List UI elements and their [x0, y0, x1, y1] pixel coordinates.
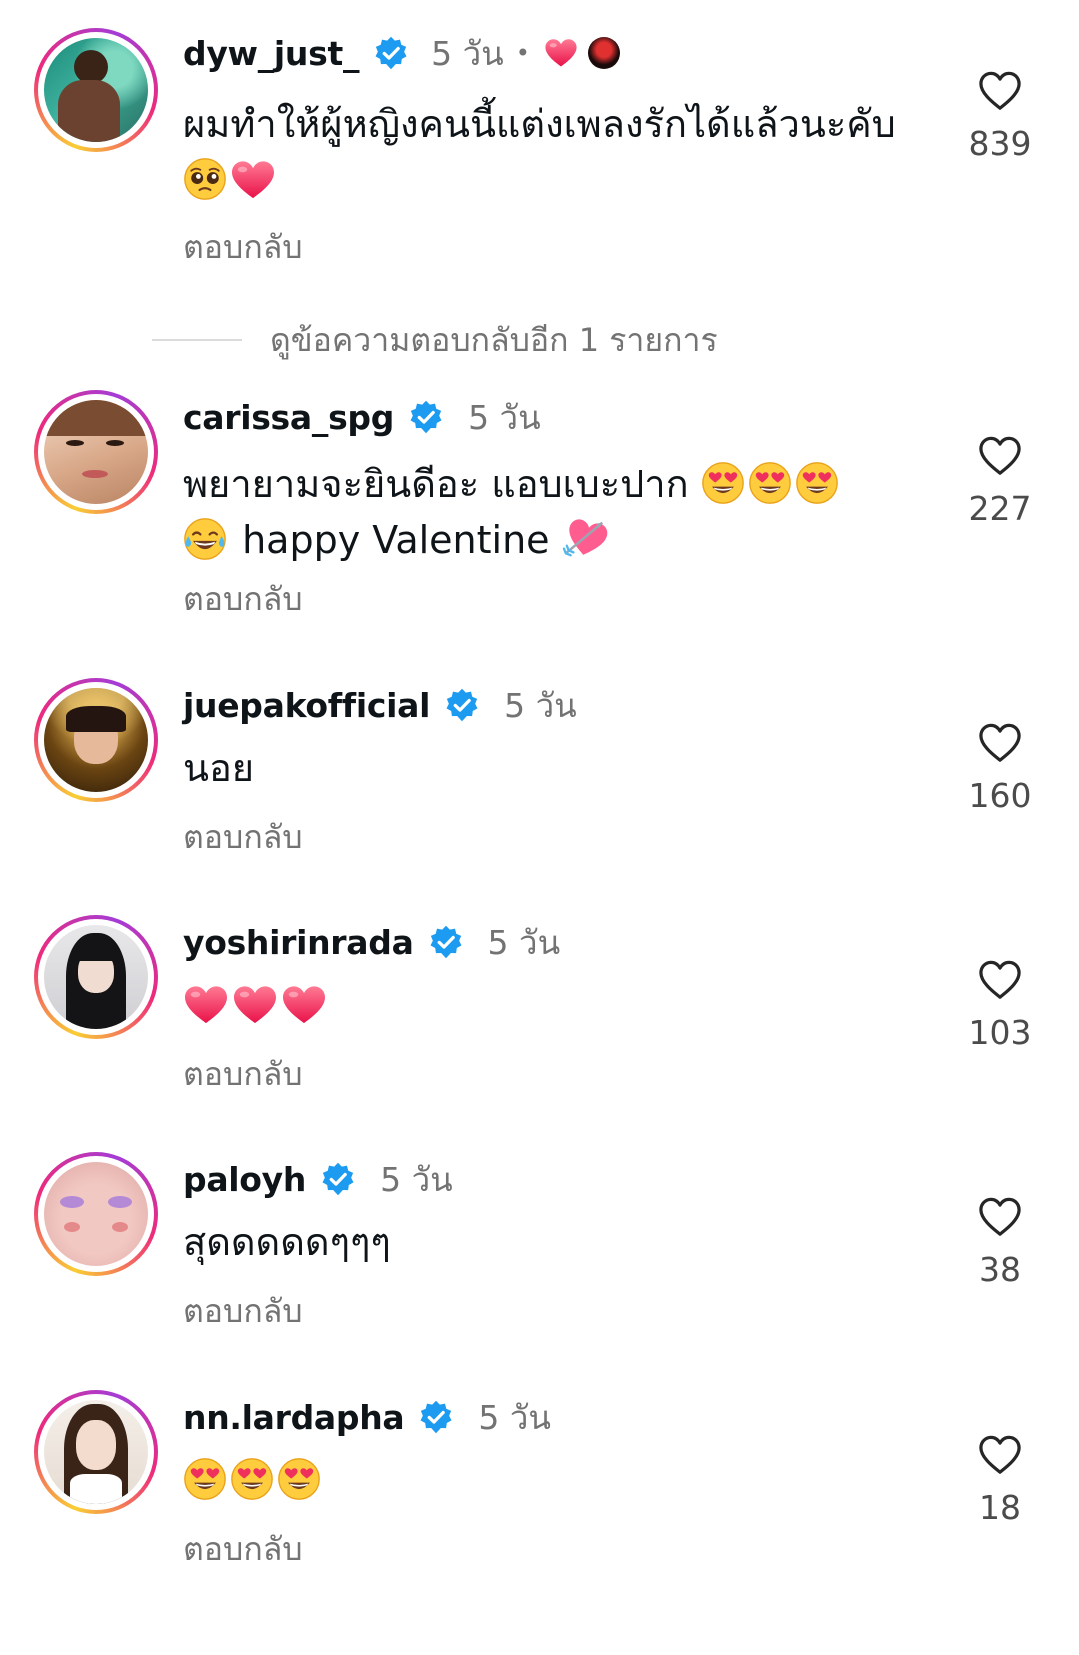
timestamp: 5 วัน: [468, 397, 541, 437]
heart-eyes-icon: [701, 461, 745, 505]
red-heart-icon: [232, 984, 278, 1026]
like-column: 103: [950, 959, 1050, 1052]
like-count: 18: [979, 1488, 1021, 1527]
heart-eyes-icon: [230, 1457, 274, 1501]
reply-button[interactable]: ตอบกลับ: [183, 1286, 303, 1337]
view-more-replies[interactable]: ดูข้อความตอบกลับอีก 1 รายการ: [152, 318, 718, 362]
like-count: 103: [968, 1013, 1032, 1052]
comment-item: paloyh 5 วัน สุดดดดดๆๆๆ ตอบกลับ 38: [0, 1152, 1079, 1372]
reply-button[interactable]: ตอบกลับ: [183, 574, 303, 625]
comment-text: นอย: [183, 746, 255, 790]
comment-text: สุดดดดดๆๆๆ: [183, 1220, 391, 1264]
reply-button[interactable]: ตอบกลับ: [183, 222, 303, 273]
comment-header: paloyh 5 วัน: [183, 1154, 453, 1204]
verified-badge-icon: [418, 1399, 454, 1435]
comment-item: carissa_spg 5 วัน พยายามจะยินดีอะ แอบเบะ…: [0, 390, 1079, 640]
comment-header: juepakofficial 5 วัน: [183, 680, 577, 730]
heart-outline-icon[interactable]: [977, 959, 1023, 1001]
comment-header: carissa_spg 5 วัน: [183, 392, 541, 442]
reply-button[interactable]: ตอบกลับ: [183, 1049, 303, 1100]
red-heart-icon: [230, 159, 276, 201]
heart-outline-icon[interactable]: [977, 722, 1023, 764]
avatar[interactable]: [34, 915, 158, 1039]
red-heart-icon: [544, 37, 578, 69]
like-count: 227: [968, 489, 1032, 528]
timestamp: 5 วัน: [504, 685, 577, 725]
username[interactable]: dyw_just_: [183, 34, 359, 73]
like-count: 839: [968, 124, 1032, 163]
verified-badge-icon: [320, 1161, 356, 1197]
comment-item: juepakofficial 5 วัน นอย ตอบกลับ 160: [0, 678, 1079, 898]
like-count: 160: [968, 776, 1032, 815]
liked-by-author-avatar[interactable]: [587, 37, 620, 69]
pleading-face-icon: [183, 157, 227, 201]
verified-badge-icon: [444, 687, 480, 723]
verified-badge-icon: [428, 924, 464, 960]
like-count: 38: [979, 1250, 1021, 1289]
heart-eyes-icon: [183, 1457, 227, 1501]
like-column: 160: [950, 722, 1050, 815]
comment-text: [183, 1452, 923, 1508]
timestamp: 5 วัน: [431, 33, 504, 73]
username[interactable]: carissa_spg: [183, 398, 394, 437]
username[interactable]: paloyh: [183, 1160, 306, 1199]
reply-button[interactable]: ตอบกลับ: [183, 812, 303, 863]
red-heart-icon: [183, 984, 229, 1026]
heart-eyes-icon: [795, 461, 839, 505]
heart-eyes-icon: [277, 1457, 321, 1501]
heart-outline-icon[interactable]: [977, 70, 1023, 112]
red-heart-icon: [281, 984, 327, 1026]
comment-text: [183, 977, 923, 1033]
comment-text: ผมทำให้ผู้หญิงคนนี้แต่งเพลงรักได้แล้วนะค…: [183, 96, 923, 208]
comment-text: พยายามจะยินดีอะ แอบเบะปาก happy Valentin…: [183, 456, 923, 568]
like-column: 18: [950, 1434, 1050, 1527]
like-column: 38: [950, 1196, 1050, 1289]
heart-with-arrow-icon: [562, 515, 608, 561]
heart-outline-icon[interactable]: [977, 1434, 1023, 1476]
timestamp: 5 วัน: [487, 922, 561, 962]
comment-item: nn.lardapha 5 วัน ตอบกลับ 18: [0, 1390, 1079, 1655]
heart-outline-icon[interactable]: [977, 435, 1023, 477]
comment-item: dyw_just_ 5 วัน • ผมทำให้ผู้หญิงคนนี้แต่…: [0, 0, 1079, 300]
avatar[interactable]: [34, 1152, 158, 1276]
reply-button[interactable]: ตอบกลับ: [183, 1524, 303, 1575]
username[interactable]: nn.lardapha: [183, 1398, 405, 1437]
verified-badge-icon: [373, 35, 409, 71]
like-column: 839: [950, 70, 1050, 163]
avatar[interactable]: [34, 1390, 158, 1514]
heart-outline-icon[interactable]: [977, 1196, 1023, 1238]
like-column: 227: [950, 435, 1050, 528]
comment-header: dyw_just_ 5 วัน •: [183, 28, 620, 78]
verified-badge-icon: [408, 399, 444, 435]
username[interactable]: juepakofficial: [183, 686, 430, 725]
avatar[interactable]: [34, 390, 158, 514]
tears-of-joy-icon: [183, 517, 227, 561]
heart-eyes-icon: [748, 461, 792, 505]
divider-line: [152, 339, 242, 341]
timestamp: 5 วัน: [380, 1159, 453, 1199]
avatar[interactable]: [34, 28, 158, 152]
username[interactable]: yoshirinrada: [183, 923, 414, 962]
view-more-replies-label: ดูข้อความตอบกลับอีก 1 รายการ: [270, 320, 718, 359]
comment-header: yoshirinrada 5 วัน: [183, 917, 560, 967]
avatar[interactable]: [34, 678, 158, 802]
comment-item: yoshirinrada 5 วัน ตอบกลับ 103: [0, 915, 1079, 1135]
comment-header: nn.lardapha 5 วัน: [183, 1392, 551, 1442]
separator-dot: •: [515, 39, 530, 67]
timestamp: 5 วัน: [478, 1397, 551, 1437]
